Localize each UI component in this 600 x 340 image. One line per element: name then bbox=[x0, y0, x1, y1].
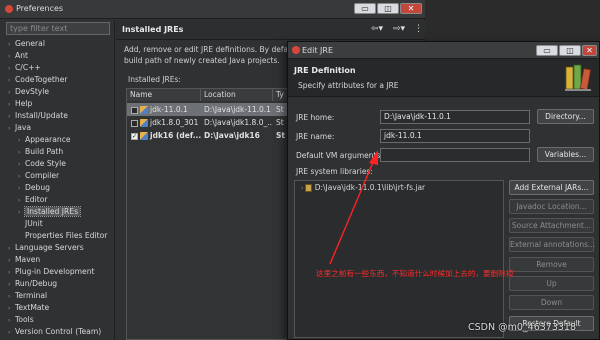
watermark: CSDN @m0_46373318 bbox=[468, 322, 577, 333]
annotation-note: 这里之前有一些东西，不知道什么时候加上去的，要删除掉 bbox=[316, 269, 514, 278]
annotation-arrow bbox=[329, 150, 378, 265]
